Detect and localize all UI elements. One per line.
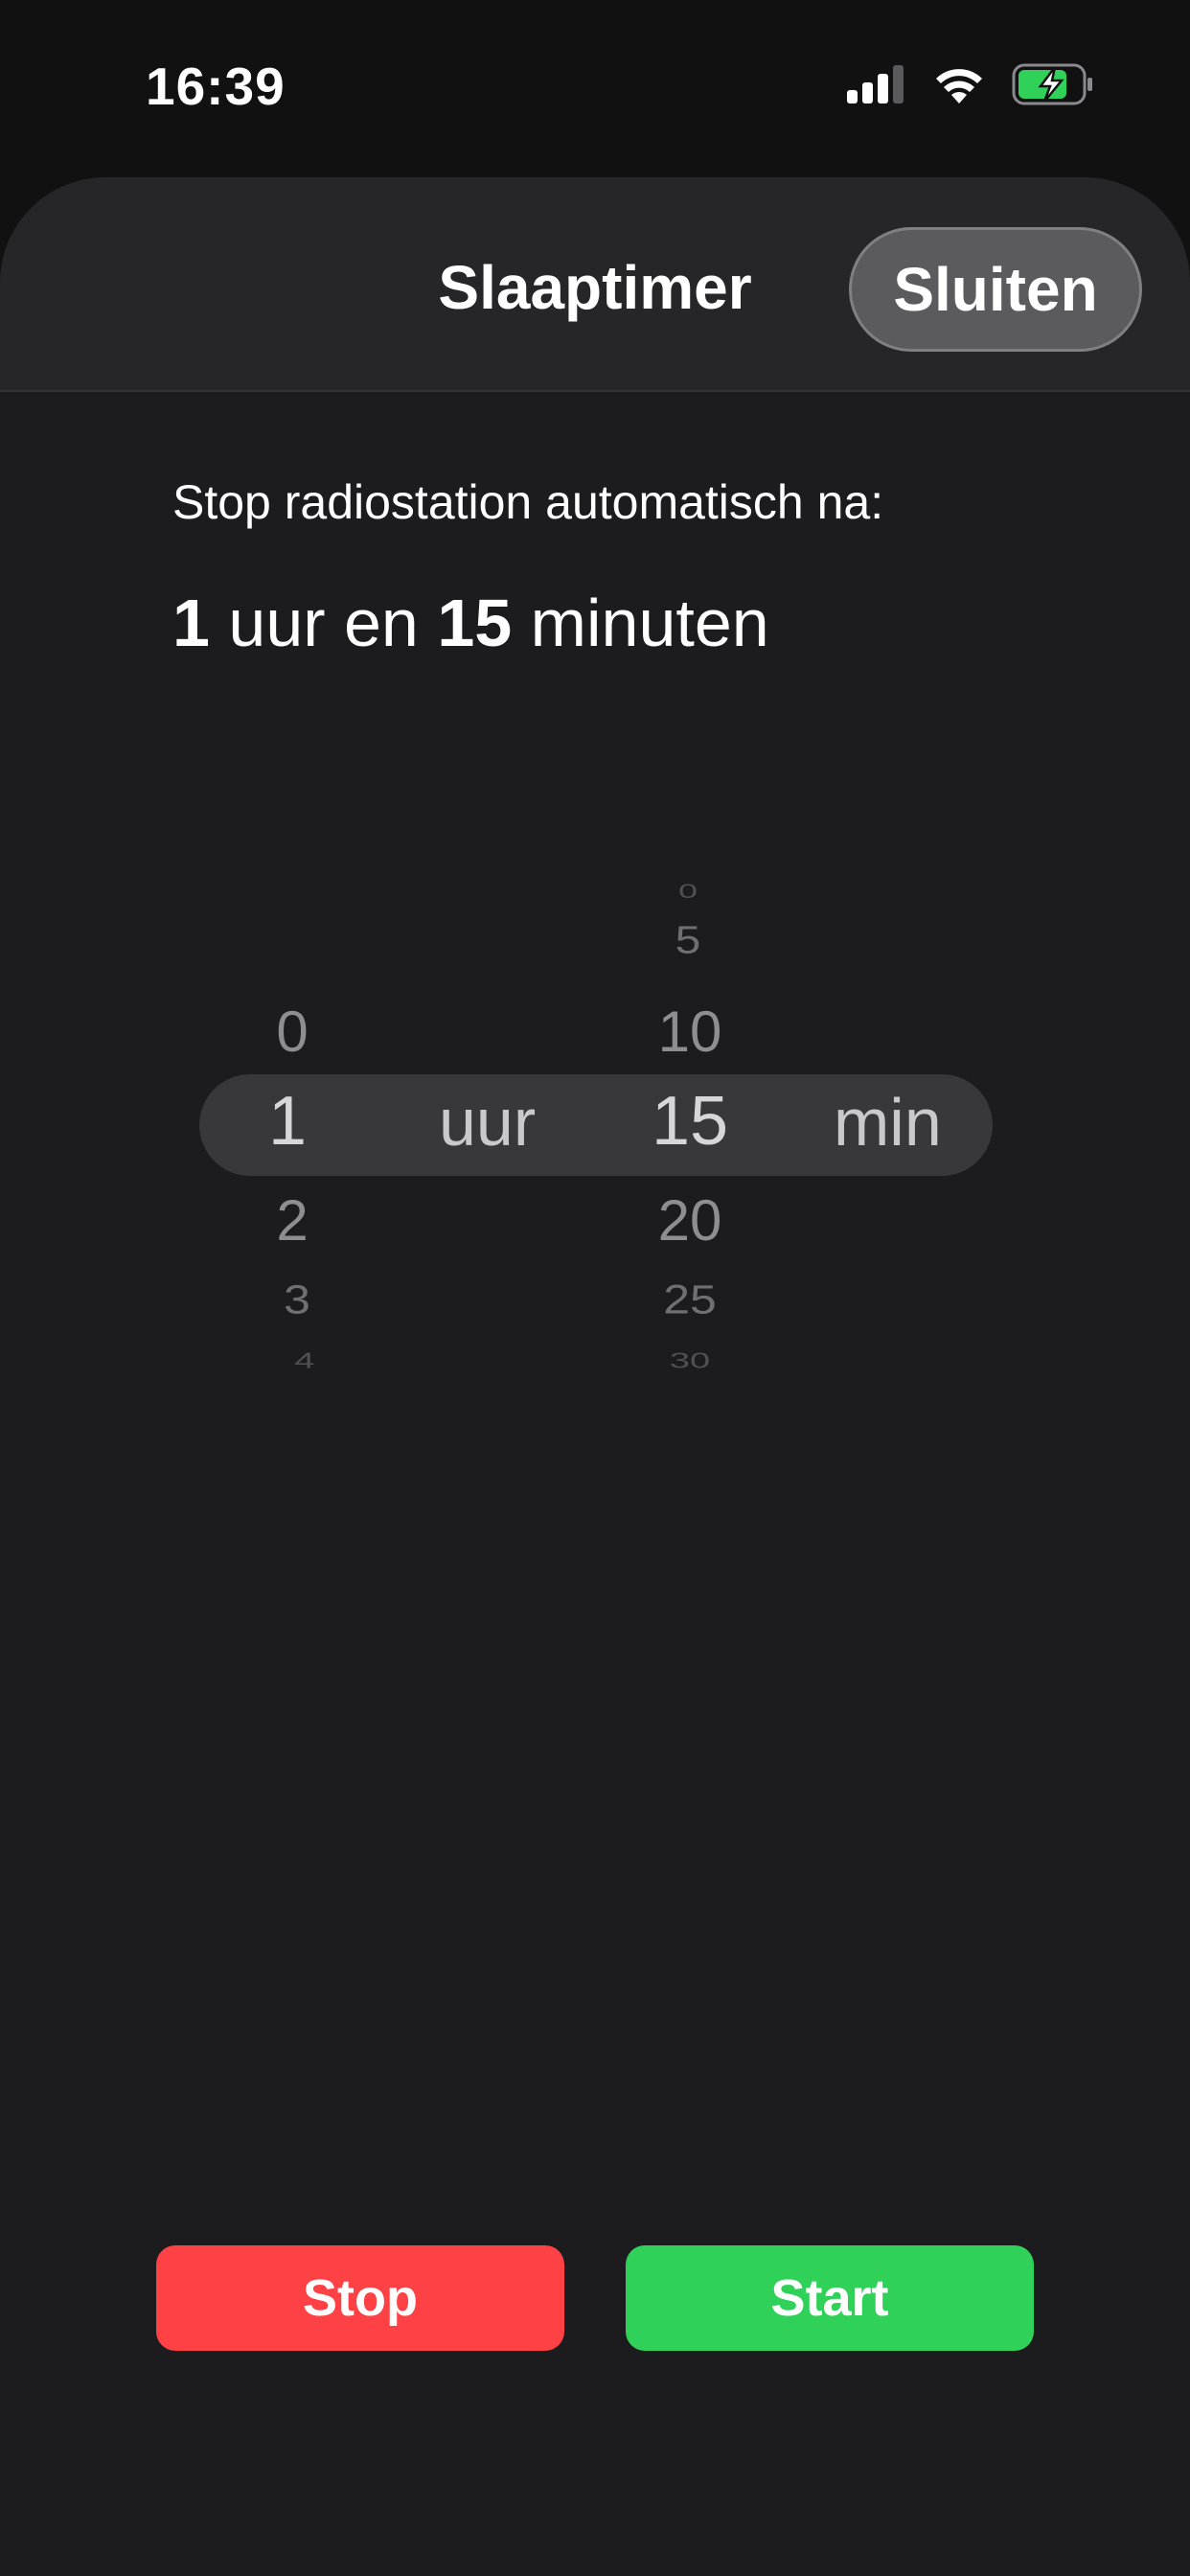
battery-charging-icon bbox=[1012, 63, 1094, 110]
hour-option[interactable]: 3 bbox=[249, 1276, 345, 1322]
wifi-icon bbox=[933, 65, 985, 108]
screen: 16:39 Slaaptimer Sluiten Stop radiostati… bbox=[0, 0, 1190, 2576]
hour-unit-label: uur bbox=[439, 1085, 537, 1160]
duration-minutes: 15 bbox=[437, 586, 513, 660]
sleep-timer-sheet: Slaaptimer Sluiten Stop radiostation aut… bbox=[0, 177, 1190, 2576]
stop-button[interactable]: Stop bbox=[156, 2245, 564, 2351]
minute-option[interactable]: 30 bbox=[632, 1349, 747, 1374]
minute-option[interactable]: 10 bbox=[632, 999, 747, 1065]
cellular-signal-icon bbox=[847, 65, 906, 108]
minute-selected[interactable]: 15 bbox=[632, 1082, 747, 1161]
duration-hours: 1 bbox=[172, 586, 210, 660]
hour-option[interactable]: 0 bbox=[244, 999, 340, 1065]
sheet-header: Slaaptimer Sluiten bbox=[0, 177, 1190, 392]
start-button[interactable]: Start bbox=[626, 2245, 1034, 2351]
time-picker: 0 1 uur 2 3 4 0 5 10 15 min 20 25 30 bbox=[0, 177, 1190, 2576]
minute-option[interactable]: 0 bbox=[640, 879, 736, 903]
timer-description: Stop radiostation automatisch na: bbox=[172, 475, 884, 529]
minute-option[interactable]: 25 bbox=[632, 1276, 747, 1322]
minute-unit-label: min bbox=[834, 1085, 942, 1160]
minute-option[interactable]: 5 bbox=[640, 918, 736, 963]
status-time: 16:39 bbox=[146, 57, 286, 116]
hour-option[interactable]: 4 bbox=[257, 1349, 353, 1374]
duration-minutes-text: minuten bbox=[512, 586, 769, 660]
status-bar: 16:39 bbox=[0, 0, 1190, 172]
close-button[interactable]: Sluiten bbox=[849, 227, 1142, 352]
status-icons bbox=[847, 63, 1094, 110]
duration-summary: 1 uur en 15 minuten bbox=[172, 585, 769, 661]
minute-option[interactable]: 20 bbox=[632, 1187, 747, 1254]
duration-hours-text: uur en bbox=[209, 586, 438, 660]
hour-option[interactable]: 2 bbox=[244, 1187, 340, 1254]
hour-selected[interactable]: 1 bbox=[240, 1082, 335, 1161]
